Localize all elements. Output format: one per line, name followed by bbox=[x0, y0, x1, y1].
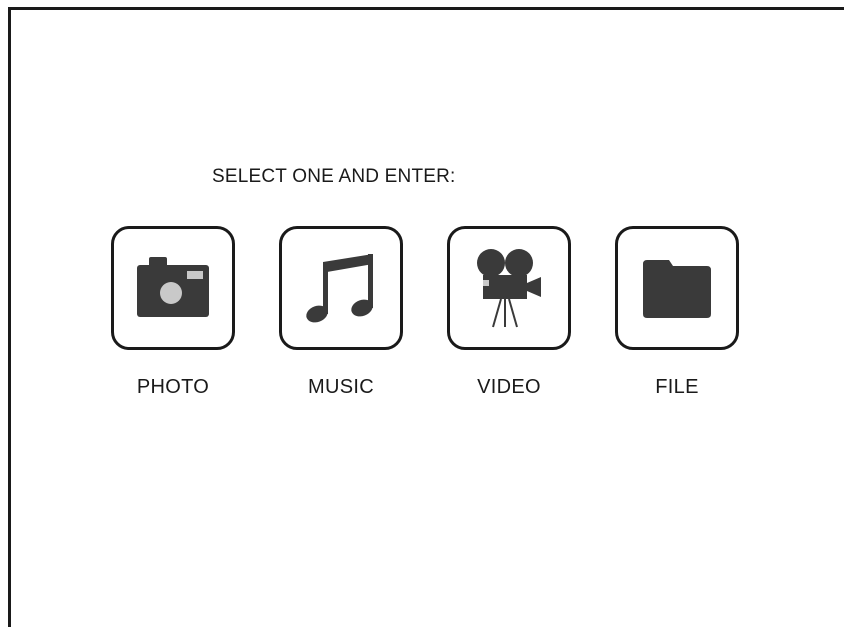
photo-label: PHOTO bbox=[136, 376, 210, 398]
prompt-text: SELECT ONE AND ENTER: bbox=[212, 166, 456, 187]
movie-camera-icon bbox=[477, 249, 541, 328]
video-label: VIDEO bbox=[477, 376, 541, 398]
file-label: FILE bbox=[655, 376, 699, 398]
file-icon-box[interactable] bbox=[615, 226, 739, 350]
camera-icon bbox=[137, 257, 209, 317]
music-icon-box[interactable] bbox=[279, 226, 403, 350]
music-note-icon bbox=[306, 254, 373, 323]
video-icon-box[interactable] bbox=[447, 226, 571, 350]
photo-icon-box[interactable] bbox=[111, 226, 235, 350]
folder-icon bbox=[643, 260, 711, 318]
music-label: MUSIC bbox=[308, 376, 374, 398]
